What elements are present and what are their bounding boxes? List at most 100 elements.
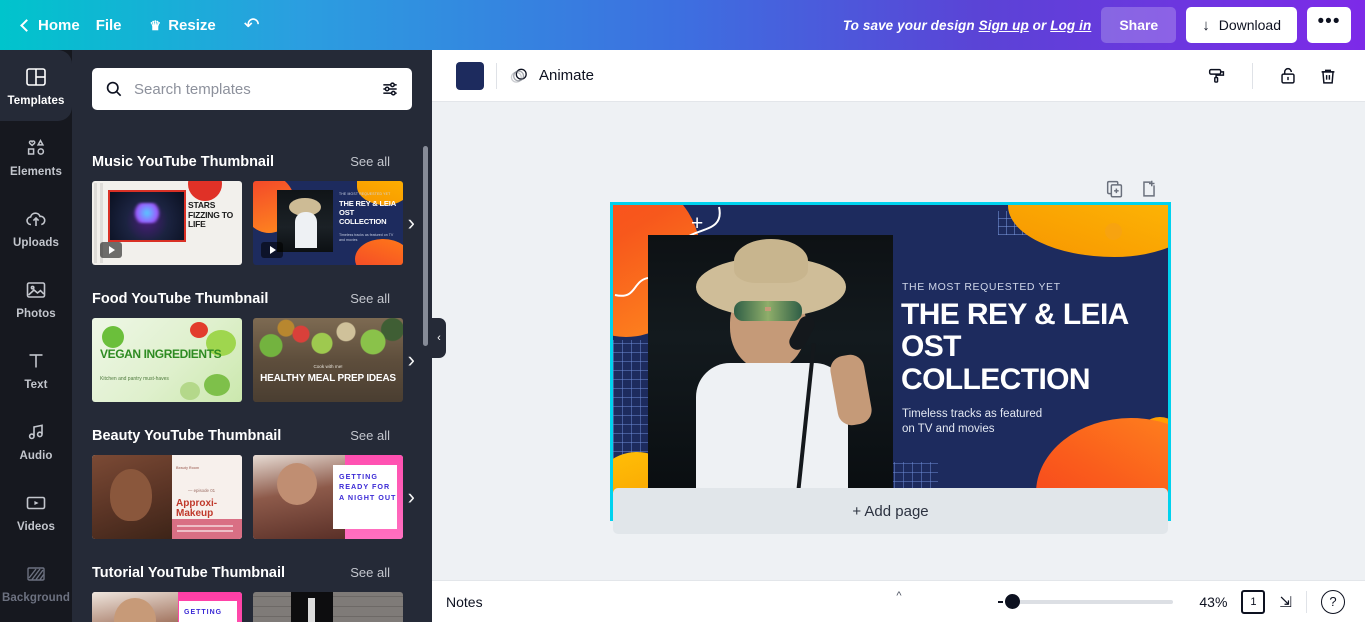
design-page[interactable]: THE MOST REQUESTED YET THE REY & LEIA OS…	[610, 202, 1171, 521]
next-templates-arrow[interactable]: ›	[408, 349, 415, 371]
template-thumbnail[interactable]: VEGAN INGREDIENTS Kitchen and pantry mus…	[92, 318, 242, 402]
search-box[interactable]	[92, 68, 412, 110]
lock-icon	[1281, 67, 1295, 84]
search-icon	[106, 81, 122, 97]
templates-panel: Music YouTube Thumbnail See all STARS FI…	[72, 50, 432, 622]
thumbnail-row: VEGAN INGREDIENTS Kitchen and pantry mus…	[92, 318, 415, 402]
see-all-link[interactable]: See all	[350, 428, 390, 443]
thumb-eyebrow: THE MOST REQUESTED YET	[339, 192, 391, 196]
add-page-button[interactable]: + Add page	[613, 488, 1168, 534]
sidebar-item-uploads[interactable]: Uploads	[0, 192, 72, 263]
thumb-card: GETTING READY FOR A NIGHT OUT	[333, 465, 397, 529]
template-thumbnail[interactable]: THE MOST REQUESTED YET THE REY & LEIA OS…	[253, 181, 403, 265]
panel-scrollbar[interactable]	[423, 146, 428, 346]
see-all-link[interactable]: See all	[350, 565, 390, 580]
add-page-icon[interactable]	[1138, 178, 1160, 200]
sidebar-item-photos[interactable]: Photos	[0, 263, 72, 334]
thumb-deco	[188, 181, 222, 201]
page-number: 1	[1250, 595, 1257, 608]
thumb-brand: Beauty Room	[176, 466, 200, 470]
resize-label: Resize	[168, 16, 216, 34]
filter-sliders-icon[interactable]	[380, 79, 400, 99]
sidebar-item-elements[interactable]: Elements	[0, 121, 72, 192]
collapse-notes-tab[interactable]: ^	[865, 590, 933, 608]
more-options-button[interactable]: •••	[1307, 7, 1351, 43]
plus-handle-icon[interactable]: +	[691, 213, 703, 234]
back-button[interactable]: Home	[16, 0, 82, 50]
play-icon	[261, 242, 283, 258]
sign-up-link[interactable]: Sign up	[979, 18, 1029, 33]
section-header: Food YouTube Thumbnail See all	[92, 291, 412, 307]
thumbnail-row: GETTING	[92, 592, 412, 622]
chevron-left-icon: ‹	[437, 332, 441, 344]
next-templates-arrow[interactable]: ›	[408, 212, 415, 234]
toolbar-divider	[496, 62, 497, 89]
collapse-panel-button[interactable]: ‹	[432, 318, 446, 358]
section-title: Tutorial YouTube Thumbnail	[92, 565, 286, 581]
file-label: File	[95, 16, 122, 34]
thumb-subtitle: Kitchen and pantry must-haves	[100, 376, 169, 382]
thumb-deco	[102, 326, 124, 348]
help-button[interactable]: ?	[1321, 589, 1345, 614]
search-input[interactable]	[134, 80, 370, 98]
lock-button[interactable]	[1271, 59, 1305, 93]
toolbar-divider	[1252, 62, 1253, 89]
template-thumbnail[interactable]: GETTING READY FOR A NIGHT OUT	[253, 455, 403, 539]
section-header: Music YouTube Thumbnail See all	[92, 154, 412, 170]
design-subtitle-text[interactable]: Timeless tracks as featured on TV and mo…	[902, 407, 1102, 437]
design-eyebrow-text[interactable]: THE MOST REQUESTED YET	[902, 281, 1061, 293]
element-toolbar: Animate	[432, 50, 1365, 102]
design-page-wrapper: THE MOST REQUESTED YET THE REY & LEIA OS…	[610, 202, 1171, 521]
sidebar-item-text[interactable]: Text	[0, 334, 72, 405]
sidebar-item-label: Background	[1, 591, 71, 604]
next-templates-arrow[interactable]: ›	[408, 486, 415, 508]
file-menu-button[interactable]: File	[82, 0, 136, 50]
color-swatch-button[interactable]	[456, 61, 484, 90]
sidebar-item-background[interactable]: Background	[0, 547, 72, 618]
duplicate-page-icon[interactable]	[1104, 178, 1126, 200]
see-all-link[interactable]: See all	[350, 291, 390, 306]
template-thumbnail[interactable]: Beauty Room — episode 01 Approxi- Makeup	[92, 455, 242, 539]
resize-button[interactable]: ♛ Resize	[136, 0, 230, 50]
chevron-up-icon: ^	[896, 590, 902, 602]
templates-scroll-area[interactable]: Music YouTube Thumbnail See all STARS FI…	[72, 128, 432, 622]
design-title-text[interactable]: THE REY & LEIA OST COLLECTION	[901, 298, 1151, 396]
thumb-image	[291, 592, 333, 622]
log-in-link[interactable]: Log in	[1050, 18, 1091, 33]
template-thumbnail[interactable]	[253, 592, 403, 622]
expand-arrows-icon[interactable]: ⇲	[1279, 593, 1292, 611]
zoom-slider-knob[interactable]	[1005, 594, 1021, 609]
share-button[interactable]: Share	[1101, 7, 1177, 43]
delete-button[interactable]	[1311, 59, 1345, 93]
sidebar-item-label: Templates	[7, 94, 65, 107]
video-icon	[26, 496, 46, 509]
template-thumbnail[interactable]: GETTING	[92, 592, 242, 622]
copy-style-button[interactable]	[1200, 59, 1234, 93]
thumb-eyebrow: — episode 01	[188, 488, 216, 493]
photo-detail	[734, 301, 802, 321]
animate-button[interactable]: Animate	[509, 65, 594, 86]
bottom-divider	[1306, 590, 1307, 613]
singer-photo[interactable]	[648, 235, 893, 490]
thumb-image	[92, 455, 172, 539]
notes-button[interactable]: Notes	[446, 594, 483, 610]
canva-editor-window: Home File ♛ Resize ↶ To save your design…	[0, 0, 1365, 622]
zoom-out-icon[interactable]	[998, 600, 1004, 603]
sidebar-item-videos[interactable]: Videos	[0, 476, 72, 547]
sidebar-item-audio[interactable]: Audio	[0, 405, 72, 476]
template-thumbnail[interactable]: STARS FIZZING TO LIFE	[92, 181, 242, 265]
thumb-eyebrow: Cook with me!	[313, 364, 343, 369]
download-button[interactable]: ↓ Download	[1186, 7, 1297, 43]
template-thumbnail[interactable]: Cook with me! HEALTHY MEAL PREP IDEAS	[253, 318, 403, 402]
zoom-slider[interactable]	[998, 594, 1174, 609]
sidebar-item-templates[interactable]: Templates	[0, 50, 72, 121]
chevron-left-icon	[20, 18, 33, 32]
see-all-link[interactable]: See all	[350, 154, 390, 169]
question-mark-icon: ?	[1329, 594, 1337, 609]
page-count-button[interactable]: 1	[1241, 587, 1269, 614]
undo-button[interactable]: ↶	[230, 0, 274, 50]
thumb-deco	[190, 322, 208, 338]
undo-arrow-icon: ↶	[243, 14, 260, 36]
canvas-area[interactable]: THE MOST REQUESTED YET THE REY & LEIA OS…	[432, 102, 1365, 622]
play-icon	[100, 242, 122, 258]
